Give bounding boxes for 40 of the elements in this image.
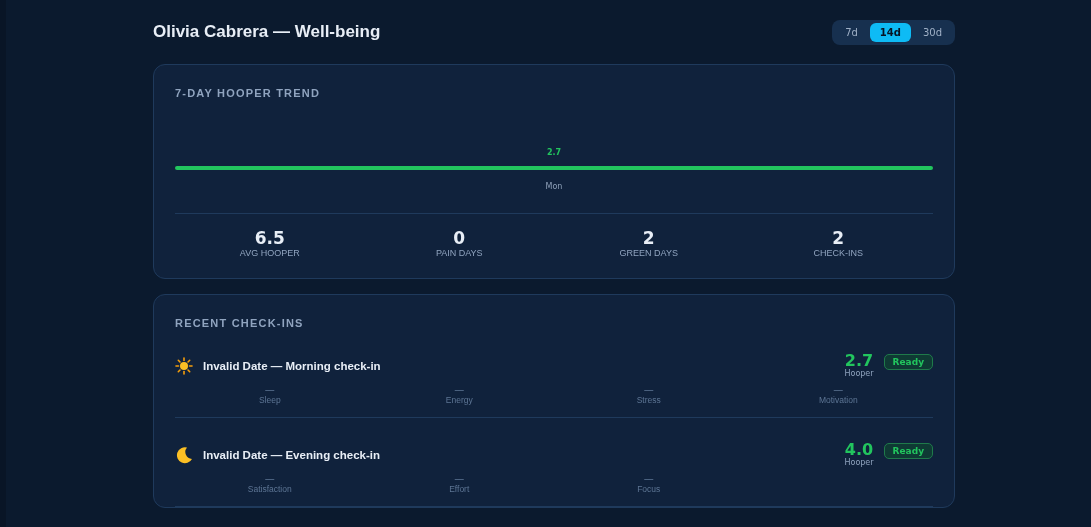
- metric-label: Sleep: [258, 395, 281, 405]
- checkin-title: Invalid Date — Morning check-in: [203, 359, 382, 372]
- day-label: Mon: [545, 182, 563, 191]
- score-label: Hooper: [844, 458, 874, 467]
- metric-label: Focus: [637, 484, 661, 494]
- metric-value: —: [833, 384, 844, 395]
- card-title: RECENT CHECK-INS: [175, 317, 305, 329]
- range-tab[interactable]: 14d: [869, 22, 911, 42]
- metric-value: —: [264, 384, 275, 395]
- metric-label: Satisfaction: [247, 484, 292, 494]
- moon-icon: [175, 445, 193, 464]
- score-label: Hooper: [844, 369, 874, 378]
- metric-value: —: [643, 384, 654, 395]
- hooper-score: 4.0: [844, 442, 874, 458]
- stat-value: 6.5: [254, 228, 285, 248]
- status-badge: Ready: [883, 353, 933, 370]
- checkin-title: Invalid Date — Evening check-in: [203, 448, 382, 461]
- page-title: Olivia Cabrera — Well-being: [153, 22, 381, 42]
- metric-value: —: [643, 473, 654, 484]
- status-badge: Ready: [883, 442, 933, 459]
- card-title: 7-DAY HOOPER TREND: [175, 87, 322, 99]
- hooper-score: 2.7: [844, 353, 874, 369]
- metric-value: —: [454, 384, 465, 395]
- metric-value: —: [264, 473, 275, 484]
- metric-value: —: [454, 473, 465, 484]
- stat-label: CHECK-INS: [813, 248, 863, 258]
- stat-value: 0: [453, 228, 466, 248]
- sun-icon: [175, 356, 193, 375]
- stat-value: 2: [832, 228, 845, 248]
- value-label: 2.7: [546, 148, 562, 157]
- metric-label: Effort: [449, 484, 470, 494]
- metric-label: Stress: [636, 395, 661, 405]
- range-tab[interactable]: 30d: [912, 22, 952, 42]
- metric-label: Motivation: [818, 395, 858, 405]
- stat-value: 2: [642, 228, 655, 248]
- stat-label: GREEN DAYS: [619, 248, 678, 258]
- stat-label: PAIN DAYS: [435, 248, 483, 258]
- range-tab[interactable]: 7d: [835, 22, 868, 42]
- stat-label: AVG HOOPER: [239, 248, 300, 258]
- metric-label: Energy: [445, 395, 473, 405]
